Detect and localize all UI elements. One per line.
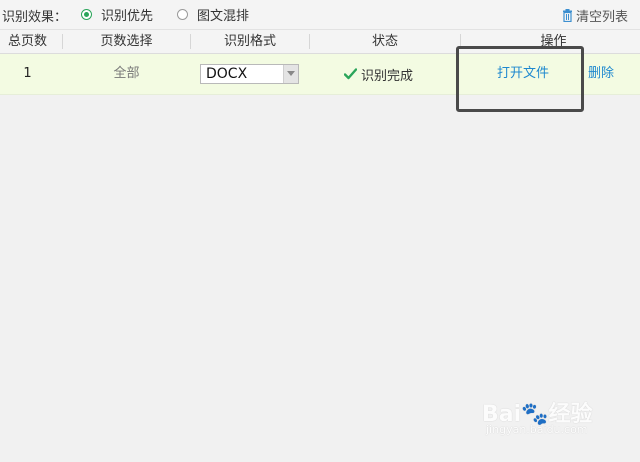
clear-list-button[interactable]: 清空列表 <box>562 6 628 25</box>
header-format: 识别格式 <box>223 34 276 49</box>
status-text: 识别完成 <box>361 68 414 84</box>
cell-page-selection[interactable]: 全部 <box>63 54 190 94</box>
radio-label: 识别优先 <box>101 8 154 24</box>
format-select[interactable]: DOCX <box>200 64 299 84</box>
delete-link[interactable]: 删除 <box>586 54 616 94</box>
watermark-url: jingyan.baidu.com <box>486 423 588 436</box>
header-actions: 操作 <box>540 34 567 49</box>
watermark-logo: Bai🐾经验 <box>482 402 593 427</box>
clear-list-label: 清空列表 <box>575 10 628 25</box>
table-row: 1 全部 DOCX 识别完成 打开文件 删除 <box>0 54 640 95</box>
watermark: Bai🐾经验 jingyan.baidu.com <box>482 396 602 446</box>
trash-icon <box>562 9 572 22</box>
header-status: 状态 <box>371 34 398 49</box>
toolbar: 识别效果： 识别优先 图文混排 清空列表 <box>0 0 640 29</box>
radio-unchecked-icon[interactable] <box>177 8 188 20</box>
header-page-selection: 页数选择 <box>100 34 153 49</box>
status-cell: 识别完成 <box>344 54 413 94</box>
header-total-pages: 总页数 <box>7 34 47 49</box>
radio-mixed-layout[interactable]: 图文混排 <box>177 6 250 24</box>
effect-label: 识别效果： <box>2 10 68 25</box>
table-header: 总页数 页数选择 识别格式 状态 操作 <box>0 29 640 54</box>
radio-checked-icon[interactable] <box>81 8 92 20</box>
radio-label: 图文混排 <box>197 8 250 24</box>
check-icon <box>344 68 357 80</box>
radio-recognition-priority[interactable]: 识别优先 <box>81 6 154 24</box>
chevron-down-icon[interactable] <box>283 65 298 83</box>
format-select-value: DOCX <box>206 66 248 82</box>
open-file-link[interactable]: 打开文件 <box>466 54 580 94</box>
cell-total-pages: 1 <box>23 66 32 81</box>
